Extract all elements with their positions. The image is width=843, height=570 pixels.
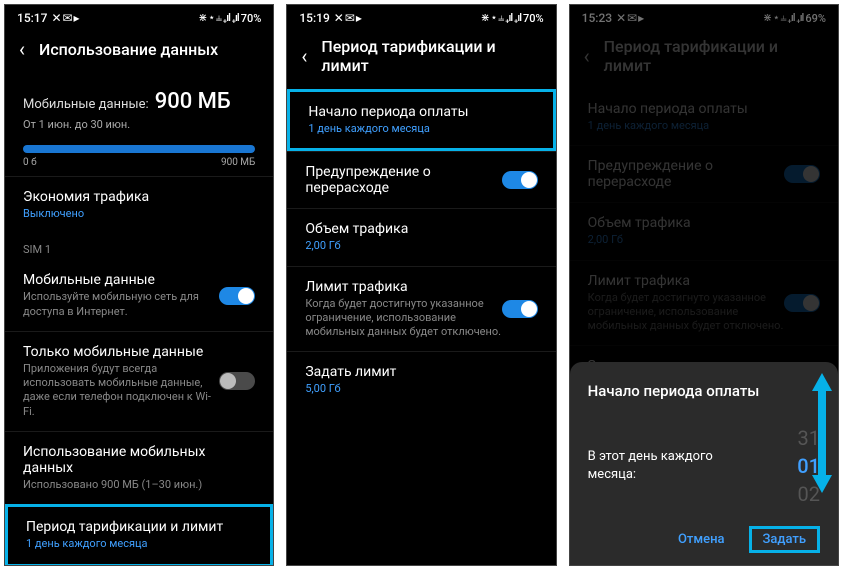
- page-title: Использование данных: [39, 40, 218, 59]
- only-mobile-data-item[interactable]: Только мобильные данные Приложения будут…: [5, 331, 273, 431]
- item-sub: 1 день каждого месяца: [26, 537, 252, 551]
- scroll-indicator-arrow-icon: [810, 373, 834, 505]
- highlight-billing-cycle: Период тарификации и лимит 1 день каждог…: [5, 504, 273, 566]
- traffic-limit-toggle[interactable]: [502, 300, 538, 318]
- highlight-billing-start: Начало периода оплаты 1 день каждого мес…: [287, 89, 555, 151]
- item-title: Предупреждение о перерасходе: [305, 164, 501, 196]
- usage-summary: Мобильные данные: 900 МБ От 1 июн. до 30…: [5, 75, 273, 176]
- status-battery: 70%: [241, 12, 262, 25]
- item-sub: Использовано 900 МБ (1–30 июн.): [23, 478, 255, 492]
- status-bar: 15:19 ✕ ✉ ▸ ⋇ ⋆ ⫨ ₊ıl ₊ıl 70%: [287, 5, 555, 27]
- data-warning-item[interactable]: Предупреждение о перерасходе: [287, 151, 555, 208]
- status-battery: 70%: [523, 12, 544, 25]
- data-warning-toggle[interactable]: [502, 171, 538, 189]
- item-sub: Выключено: [23, 207, 255, 221]
- data-saver-item[interactable]: Экономия трафика Выключено: [5, 176, 273, 233]
- billing-start-dialog: Начало периода оплаты В этот день каждог…: [570, 362, 838, 565]
- back-icon[interactable]: ‹: [19, 37, 25, 61]
- screen-1-data-usage: 15:17 ✕ ✉ ▸ ⋇ ⋆ ⫨ ₊ıl ₊ıl 70% ‹ Использо…: [4, 4, 274, 566]
- header: ‹ Период тарификации и лимит: [287, 27, 555, 89]
- item-title: Лимит трафика: [305, 279, 501, 295]
- ok-button[interactable]: Задать: [749, 526, 820, 553]
- item-title: Период тарификации и лимит: [26, 519, 252, 535]
- page-title: Период тарификации и лимит: [321, 37, 541, 75]
- item-title: Мобильные данные: [23, 272, 219, 288]
- status-time: 15:17: [17, 11, 47, 25]
- back-icon[interactable]: ‹: [301, 44, 307, 68]
- item-title: Использование мобильных данных: [23, 444, 255, 476]
- status-bar: 15:17 ✕ ✉ ▸ ⋇ ⋆ ⫨ ₊ıl ₊ıl 70%: [5, 5, 273, 27]
- sim1-section-label: SIM 1: [5, 233, 273, 260]
- cancel-button[interactable]: Отмена: [664, 526, 739, 553]
- item-title: Задать лимит: [305, 364, 537, 380]
- screen-2-billing-cycle: 15:19 ✕ ✉ ▸ ⋇ ⋆ ⫨ ₊ıl ₊ıl 70% ‹ Период т…: [286, 4, 556, 566]
- status-signal-icons: ⋇ ⋆ ⫨ ₊ıl ₊ıl: [198, 11, 238, 25]
- item-sub: Используйте мобильную сеть для доступа в…: [23, 290, 219, 319]
- set-limit-item[interactable]: Задать лимит 5,00 Гб: [287, 351, 555, 408]
- progress-max: 900 МБ: [221, 157, 255, 168]
- status-notif-icons: ✕ ✉ ▸: [334, 11, 361, 25]
- item-sub: Приложения будут всегда использовать моб…: [23, 362, 219, 419]
- usage-label: Мобильные данные:: [23, 97, 149, 112]
- only-mobile-toggle[interactable]: [219, 372, 255, 390]
- item-sub: 1 день каждого месяца: [308, 122, 534, 136]
- usage-value: 900 МБ: [155, 89, 231, 114]
- usage-period: От 1 июн. до 30 июн.: [23, 118, 255, 131]
- status-signal-icons: ⋇ ⋆ ⫨ ₊ıl ₊ıl: [481, 11, 521, 25]
- item-sub: 2,00 Гб: [305, 239, 537, 253]
- mobile-data-item[interactable]: Мобильные данные Используйте мобильную с…: [5, 260, 273, 331]
- progress-min: 0 б: [23, 157, 37, 168]
- item-title: Только мобильные данные: [23, 344, 219, 360]
- item-title: Объем трафика: [305, 221, 537, 237]
- billing-cycle-item[interactable]: Период тарификации и лимит 1 день каждог…: [8, 507, 270, 563]
- status-time: 15:19: [299, 11, 329, 25]
- item-title: Начало периода оплаты: [308, 104, 534, 120]
- mobile-data-toggle[interactable]: [219, 287, 255, 305]
- header: ‹ Использование данных: [5, 27, 273, 75]
- status-notif-icons: ✕ ✉ ▸: [51, 11, 78, 25]
- mobile-data-usage-item[interactable]: Использование мобильных данных Использов…: [5, 431, 273, 504]
- traffic-limit-item[interactable]: Лимит трафика Когда будет достигнуто ука…: [287, 266, 555, 352]
- traffic-volume-item[interactable]: Объем трафика 2,00 Гб: [287, 208, 555, 265]
- item-sub: Когда будет достигнуто указанное огранич…: [305, 297, 501, 340]
- screen-3-dialog: 15:23 ✕ ✉ ▸ ⋇ ⋆ ⫨ ₊ıl ₊ıl 69% ‹ Период т…: [569, 4, 839, 566]
- billing-start-item[interactable]: Начало периода оплаты 1 день каждого мес…: [290, 92, 552, 148]
- dialog-title: Начало периода оплаты: [588, 382, 820, 400]
- usage-progress-bar: [23, 145, 255, 153]
- item-sub: 5,00 Гб: [305, 382, 537, 396]
- item-title: Экономия трафика: [23, 189, 255, 205]
- picker-label: В этот день каждого месяца:: [588, 448, 728, 484]
